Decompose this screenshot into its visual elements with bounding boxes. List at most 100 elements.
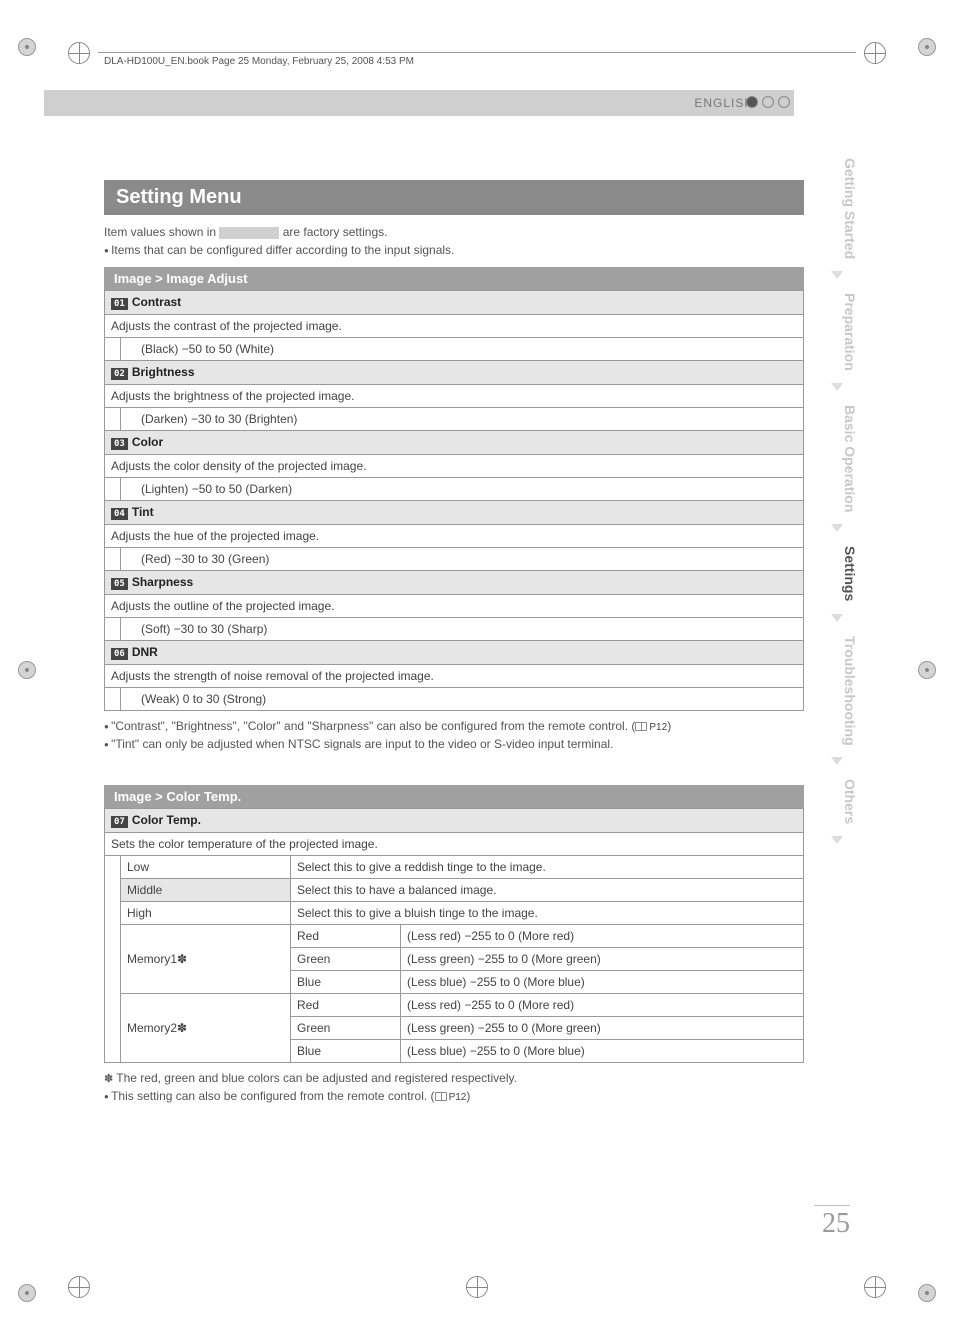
ct-range: (Less red) −255 to 0 (More red)	[401, 994, 804, 1017]
crosshair-icon	[68, 1276, 90, 1298]
item-name: Color Temp.	[132, 813, 201, 827]
item-index: 04	[111, 508, 128, 520]
spacer	[105, 618, 121, 641]
item-name: Tint	[132, 505, 154, 519]
item-range: (Lighten) −50 to 50 (Darken)	[121, 478, 804, 501]
regmark-icon	[918, 661, 936, 679]
item-desc: Adjusts the outline of the projected ima…	[105, 595, 804, 618]
ct-memory1: Memory1✽	[121, 925, 291, 994]
item-desc: Adjusts the brightness of the projected …	[105, 385, 804, 408]
item-index: 07	[111, 816, 128, 828]
item-desc: Adjusts the strength of noise removal of…	[105, 665, 804, 688]
note-text: This setting can also be configured from…	[111, 1089, 435, 1103]
regmark-icon	[918, 1284, 936, 1302]
intro-text: Item values shown in are factory setting…	[104, 225, 804, 239]
dot-icon	[746, 96, 758, 108]
tab-settings: Settings	[812, 538, 862, 609]
ct-option: High	[121, 902, 291, 925]
ct-range: (Less red) −255 to 0 (More red)	[401, 925, 804, 948]
factory-swatch	[219, 227, 279, 239]
ct-memory2: Memory2✽	[121, 994, 291, 1063]
item-name: Sharpness	[132, 575, 193, 589]
tab-basic-operation: Basic Operation	[812, 397, 862, 520]
ct-option-desc: Select this to give a bluish tinge to th…	[291, 902, 804, 925]
color-temp-table: 07 Color Temp. Sets the color temperature…	[104, 808, 804, 1063]
dot-icon	[762, 96, 774, 108]
note-text: )	[667, 719, 671, 733]
tab-preparation: Preparation	[812, 285, 862, 379]
item-index: 01	[111, 298, 128, 310]
page-ref-icon	[435, 1092, 447, 1101]
regmark-icon	[18, 1284, 36, 1302]
page-ref: P12	[449, 1092, 467, 1103]
ct-option: Low	[121, 856, 291, 879]
spacer	[105, 856, 121, 1063]
crosshair-icon	[68, 42, 90, 64]
header-rule	[98, 52, 856, 53]
footnote: "Tint" can only be adjusted when NTSC si…	[104, 737, 804, 751]
ct-option-desc: Select this to give a reddish tinge to t…	[291, 856, 804, 879]
ct-range: (Less green) −255 to 0 (More green)	[401, 1017, 804, 1040]
dot-icon	[778, 96, 790, 108]
page-body: Setting Menu Item values shown in are fa…	[104, 180, 804, 1107]
spacer	[105, 548, 121, 571]
item-name: Brightness	[132, 365, 195, 379]
item-index: 02	[111, 368, 128, 380]
footnote: This setting can also be configured from…	[104, 1089, 804, 1103]
page-number: 25	[822, 1208, 850, 1240]
item-name: DNR	[132, 645, 158, 659]
source-file-info: DLA-HD100U_EN.book Page 25 Monday, Febru…	[104, 56, 414, 67]
item-index: 03	[111, 438, 128, 450]
note-text: )	[466, 1089, 470, 1103]
intro-note: Items that can be configured differ acco…	[104, 243, 804, 257]
ct-channel: Red	[291, 925, 401, 948]
item-desc: Adjusts the contrast of the projected im…	[105, 315, 804, 338]
page-ref: P12	[649, 722, 667, 733]
regmark-icon	[18, 661, 36, 679]
ct-channel: Blue	[291, 1040, 401, 1063]
ct-channel: Green	[291, 948, 401, 971]
ct-channel: Red	[291, 994, 401, 1017]
spacer	[105, 338, 121, 361]
item-desc: Sets the color temperature of the projec…	[105, 833, 804, 856]
item-range: (Darken) −30 to 30 (Brighten)	[121, 408, 804, 431]
item-range: (Red) −30 to 30 (Green)	[121, 548, 804, 571]
ct-range: (Less green) −255 to 0 (More green)	[401, 948, 804, 971]
footnote-star: The red, green and blue colors can be ad…	[104, 1071, 804, 1085]
footnote: "Contrast", "Brightness", "Color" and "S…	[104, 719, 804, 733]
spacer	[105, 688, 121, 711]
language-indicator	[746, 96, 790, 108]
ct-option-desc: Select this to have a balanced image.	[291, 879, 804, 902]
side-tabs: Getting Started Preparation Basic Operat…	[812, 150, 862, 832]
regmark-icon	[918, 38, 936, 56]
intro-after: are factory settings.	[283, 225, 388, 239]
note-text: "Contrast", "Brightness", "Color" and "S…	[111, 719, 635, 733]
crosshair-icon	[864, 42, 886, 64]
item-name: Color	[132, 435, 163, 449]
section-color-temp: Image > Color Temp.	[104, 785, 804, 808]
item-name: Contrast	[132, 295, 181, 309]
item-desc: Adjusts the color density of the project…	[105, 455, 804, 478]
section-image-adjust: Image > Image Adjust	[104, 267, 804, 290]
ct-channel: Green	[291, 1017, 401, 1040]
spacer	[105, 478, 121, 501]
pagenum-rule	[814, 1205, 850, 1206]
page-title: Setting Menu	[104, 180, 804, 215]
spacer	[105, 408, 121, 431]
item-range: (Soft) −30 to 30 (Sharp)	[121, 618, 804, 641]
ct-option-factory: Middle	[121, 879, 291, 902]
ct-channel: Blue	[291, 971, 401, 994]
item-desc: Adjusts the hue of the projected image.	[105, 525, 804, 548]
intro-before: Item values shown in	[104, 225, 219, 239]
item-range: (Black) −50 to 50 (White)	[121, 338, 804, 361]
image-adjust-table: 01 Contrast Adjusts the contrast of the p…	[104, 290, 804, 711]
tab-getting-started: Getting Started	[812, 150, 862, 267]
page-ref-icon	[635, 722, 647, 731]
crosshair-icon	[864, 1276, 886, 1298]
tab-troubleshooting: Troubleshooting	[812, 628, 862, 754]
ct-range: (Less blue) −255 to 0 (More blue)	[401, 971, 804, 994]
regmark-icon	[18, 38, 36, 56]
tab-others: Others	[812, 771, 862, 832]
item-range: (Weak) 0 to 30 (Strong)	[121, 688, 804, 711]
crosshair-icon	[466, 1276, 488, 1298]
